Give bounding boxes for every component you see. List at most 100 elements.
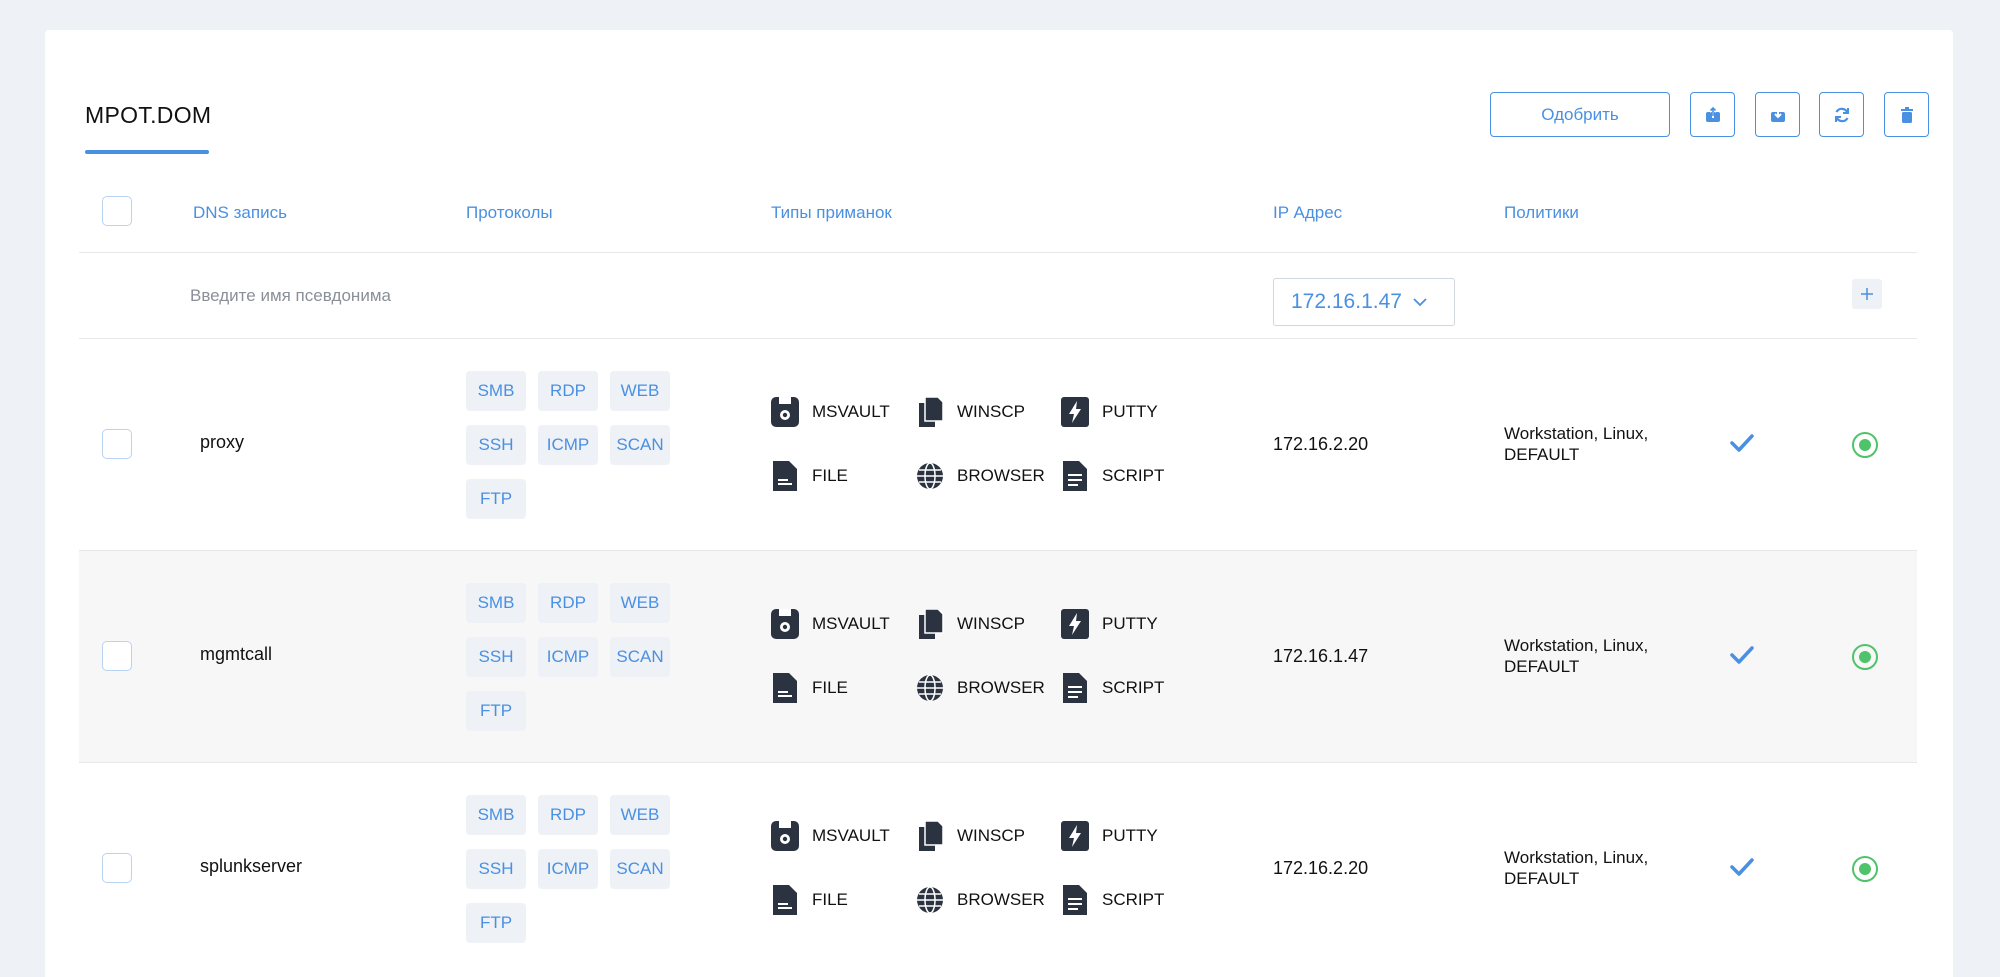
protocol-tag-rdp[interactable]: RDP (538, 371, 598, 411)
protocol-tag-ssh[interactable]: SSH (466, 849, 526, 889)
row-checkbox[interactable] (102, 429, 132, 459)
download-icon (1770, 107, 1785, 122)
protocol-tag-smb[interactable]: SMB (466, 795, 526, 835)
protocol-tag-web[interactable]: WEB (610, 371, 670, 411)
ip-address: 172.16.2.20 (1273, 858, 1369, 878)
script-icon (1063, 461, 1087, 491)
lure-label: BROWSER (957, 466, 1045, 485)
lure-label: BROWSER (957, 890, 1045, 909)
plus-icon (1861, 288, 1873, 300)
lure-script[interactable]: SCRIPT (1061, 673, 1164, 703)
protocol-tag-scan[interactable]: SCAN (610, 425, 670, 465)
lure-msvault[interactable]: MSVAULT (771, 397, 890, 427)
title-underline (85, 150, 209, 154)
lure-label: SCRIPT (1102, 678, 1165, 697)
download-button[interactable] (1755, 92, 1800, 137)
approve-button[interactable]: Одобрить (1490, 92, 1670, 137)
lure-script[interactable]: SCRIPT (1061, 461, 1164, 491)
lure-label: MSVAULT (812, 614, 890, 633)
files-icon (919, 821, 944, 851)
lure-browser[interactable]: BROWSER (916, 673, 1045, 703)
protocol-tag-icmp[interactable]: ICMP (538, 849, 598, 889)
file-icon (773, 461, 797, 491)
table-row: mgmtcall SMB RDP WEB SSH ICMP SCAN FTP M… (79, 551, 1917, 762)
divider (79, 252, 1917, 253)
lure-label: SCRIPT (1102, 466, 1165, 485)
lure-winscp[interactable]: WINSCP (916, 397, 1025, 427)
lure-msvault[interactable]: MSVAULT (771, 609, 890, 639)
lure-label: FILE (812, 678, 848, 697)
files-icon (919, 609, 944, 639)
vault-icon (771, 821, 799, 851)
approved-check-icon[interactable] (1730, 645, 1754, 670)
page-title: MPOT.DOM (85, 102, 212, 128)
approved-check-icon[interactable] (1730, 857, 1754, 882)
policies: Workstation, Linux, DEFAULT (1504, 848, 1649, 888)
upload-icon (1705, 106, 1720, 122)
status-radio-icon[interactable] (1852, 644, 1878, 670)
protocol-tag-icmp[interactable]: ICMP (538, 425, 598, 465)
delete-button[interactable] (1884, 92, 1929, 137)
protocol-tag-ftp[interactable]: FTP (466, 903, 526, 943)
script-icon (1063, 673, 1087, 703)
upload-button[interactable] (1690, 92, 1735, 137)
ip-select[interactable]: 172.16.1.47 (1273, 278, 1455, 326)
lure-browser[interactable]: BROWSER (916, 461, 1045, 491)
refresh-button[interactable] (1819, 92, 1864, 137)
status-radio-icon[interactable] (1852, 432, 1878, 458)
lure-label: PUTTY (1102, 826, 1158, 845)
add-alias-button[interactable] (1852, 279, 1882, 309)
protocol-tag-rdp[interactable]: RDP (538, 583, 598, 623)
header-dns: DNS запись (193, 203, 287, 222)
row-checkbox[interactable] (102, 853, 132, 883)
lightning-icon (1061, 397, 1089, 427)
lure-file[interactable]: FILE (771, 885, 848, 915)
protocol-tag-web[interactable]: WEB (610, 583, 670, 623)
protocol-tag-ftp[interactable]: FTP (466, 479, 526, 519)
protocol-tag-ssh[interactable]: SSH (466, 425, 526, 465)
lure-msvault[interactable]: MSVAULT (771, 821, 890, 851)
lure-label: MSVAULT (812, 826, 890, 845)
protocol-tag-ssh[interactable]: SSH (466, 637, 526, 677)
lightning-icon (1061, 821, 1089, 851)
protocol-tag-icmp[interactable]: ICMP (538, 637, 598, 677)
policies: Workstation, Linux, DEFAULT (1504, 636, 1649, 676)
protocol-tag-ftp[interactable]: FTP (466, 691, 526, 731)
select-all-checkbox[interactable] (102, 196, 132, 226)
protocol-tag-scan[interactable]: SCAN (610, 637, 670, 677)
lure-winscp[interactable]: WINSCP (916, 821, 1025, 851)
protocol-tag-smb[interactable]: SMB (466, 371, 526, 411)
refresh-icon (1834, 107, 1849, 122)
policies: Workstation, Linux, DEFAULT (1504, 424, 1649, 464)
lure-label: PUTTY (1102, 614, 1158, 633)
protocol-tag-web[interactable]: WEB (610, 795, 670, 835)
lure-winscp[interactable]: WINSCP (916, 609, 1025, 639)
lure-putty[interactable]: PUTTY (1061, 609, 1158, 639)
ip-address: 172.16.1.47 (1273, 646, 1369, 666)
lure-file[interactable]: FILE (771, 673, 848, 703)
lure-label: WINSCP (957, 614, 1025, 633)
vault-icon (771, 609, 799, 639)
protocol-tag-rdp[interactable]: RDP (538, 795, 598, 835)
lure-label: WINSCP (957, 402, 1025, 421)
files-icon (919, 397, 944, 427)
vault-icon (771, 397, 799, 427)
approved-check-icon[interactable] (1730, 433, 1754, 458)
protocol-tag-scan[interactable]: SCAN (610, 849, 670, 889)
lure-putty[interactable]: PUTTY (1061, 397, 1158, 427)
lure-label: FILE (812, 466, 848, 485)
file-icon (773, 673, 797, 703)
row-checkbox[interactable] (102, 641, 132, 671)
status-radio-icon[interactable] (1852, 856, 1878, 882)
protocol-tag-smb[interactable]: SMB (466, 583, 526, 623)
globe-icon (917, 462, 943, 490)
lure-label: SCRIPT (1102, 890, 1165, 909)
lure-script[interactable]: SCRIPT (1061, 885, 1164, 915)
lure-label: WINSCP (957, 826, 1025, 845)
lure-file[interactable]: FILE (771, 461, 848, 491)
lure-putty[interactable]: PUTTY (1061, 821, 1158, 851)
lure-browser[interactable]: BROWSER (916, 885, 1045, 915)
globe-icon (917, 886, 943, 914)
header-lure-types: Типы приманок (771, 203, 892, 222)
alias-input[interactable] (190, 282, 690, 310)
